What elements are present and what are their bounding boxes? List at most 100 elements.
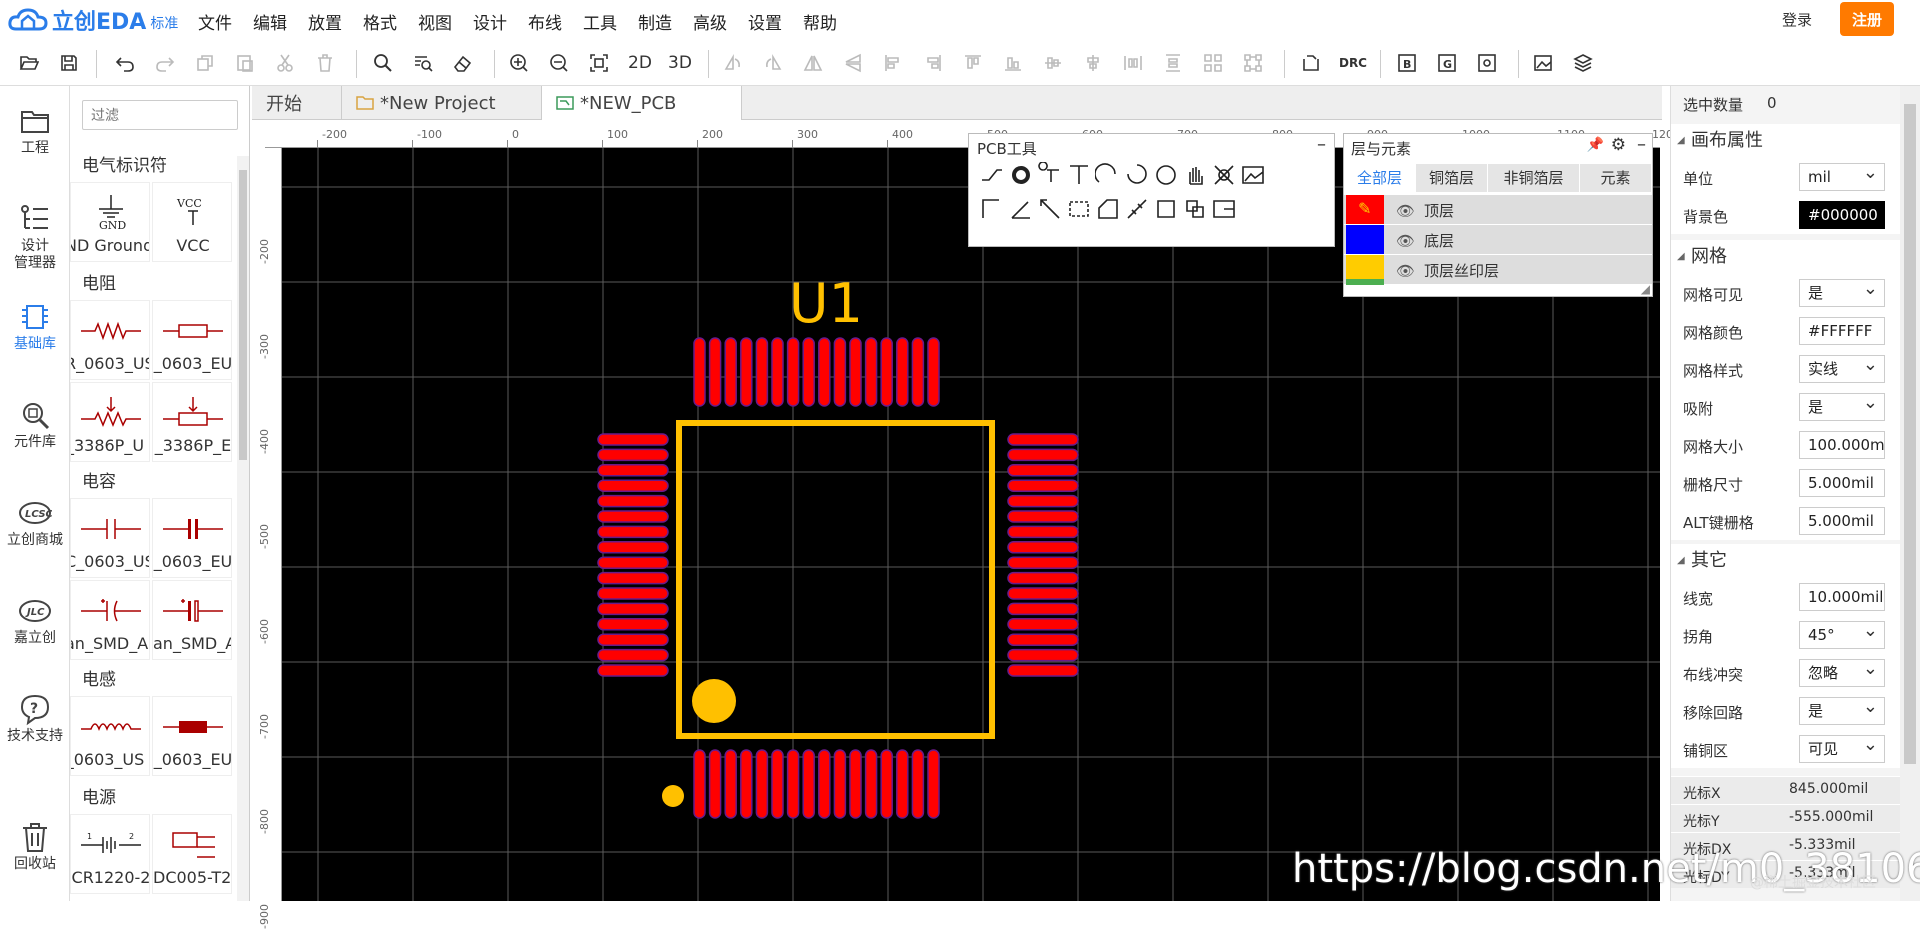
save-icon[interactable] — [56, 50, 82, 76]
menu-help[interactable]: 帮助 — [803, 9, 837, 34]
section-canvas-properties[interactable]: 画布属性 — [1671, 124, 1903, 158]
layers-tab-all[interactable]: 全部层 — [1344, 164, 1416, 192]
arc-center-icon[interactable] — [1124, 162, 1150, 188]
menu-advanced[interactable]: 高级 — [693, 9, 727, 34]
nav-jlc[interactable]: JLC 嘉立创 — [0, 594, 70, 647]
layer-color-swatch[interactable] — [1346, 255, 1384, 285]
align-left-icon[interactable] — [880, 50, 906, 76]
tab-pcb[interactable]: *NEW_PCB — [542, 86, 742, 120]
line-width-input[interactable]: 10.000mil — [1799, 583, 1885, 611]
gear-icon[interactable]: ⚙ — [1611, 135, 1626, 155]
nav-basic-library[interactable]: 基础库 — [0, 300, 70, 353]
view-2d-button[interactable]: 2D — [624, 50, 656, 76]
via-icon[interactable] — [1008, 162, 1034, 188]
library-item[interactable]: _0603_US — [70, 696, 150, 776]
nav-design-manager[interactable]: 设计 管理器 — [0, 202, 70, 272]
nav-component-library[interactable]: 元件库 — [0, 398, 70, 451]
paste-icon[interactable] — [232, 50, 258, 76]
cut-icon[interactable] — [272, 50, 298, 76]
import-changes-icon[interactable] — [1298, 50, 1324, 76]
library-item[interactable]: DC005-T20 — [152, 814, 232, 894]
align-center-h-icon[interactable] — [1040, 50, 1066, 76]
distribute-v-icon[interactable] — [1160, 50, 1186, 76]
library-item[interactable]: _0603_EU — [152, 696, 232, 776]
nav-lcsc-mall[interactable]: LCSC 立创商城 — [0, 496, 70, 549]
menu-place[interactable]: 放置 — [308, 9, 342, 34]
align-top-icon[interactable] — [960, 50, 986, 76]
menu-edit[interactable]: 编辑 — [253, 9, 287, 34]
eye-icon[interactable]: 👁 — [1396, 232, 1415, 250]
library-item[interactable]: an_SMD_A — [70, 580, 150, 660]
menu-file[interactable]: 文件 — [198, 9, 232, 34]
nav-tech-support[interactable]: ? 技术支持 — [0, 692, 70, 745]
dashed-rect-icon[interactable] — [1066, 196, 1092, 222]
menu-settings[interactable]: 设置 — [748, 9, 782, 34]
register-button[interactable]: 注册 — [1840, 2, 1894, 36]
zoom-in-icon[interactable] — [506, 50, 532, 76]
wire-corner-icon[interactable] — [979, 196, 1005, 222]
nav-recycle-bin[interactable]: 回收站 — [0, 820, 70, 873]
layer-row-top[interactable]: ✎ 👁 顶层 — [1344, 194, 1652, 225]
route-conflict-select[interactable]: 忽略 — [1799, 659, 1885, 687]
menu-route[interactable]: 布线 — [528, 9, 562, 34]
square-icon[interactable] — [1153, 196, 1179, 222]
library-item[interactable]: an_SMD_A — [152, 580, 232, 660]
text-icon[interactable] — [1066, 162, 1092, 188]
section-grid[interactable]: 网格 — [1671, 240, 1903, 274]
alt-snap-input[interactable]: 5.000mil — [1799, 507, 1885, 535]
copper-area-icon[interactable] — [1211, 162, 1237, 188]
image-export-icon[interactable] — [1530, 50, 1556, 76]
copy-icon[interactable] — [192, 50, 218, 76]
route-track-icon[interactable] — [979, 162, 1005, 188]
unit-select[interactable]: mil — [1799, 163, 1885, 191]
measure-icon[interactable] — [1124, 196, 1150, 222]
gerber-g-icon[interactable]: G — [1434, 50, 1460, 76]
align-grid-icon[interactable] — [1200, 50, 1226, 76]
corner-select[interactable]: 45° — [1799, 621, 1885, 649]
align-right-icon[interactable] — [920, 50, 946, 76]
minimize-icon[interactable]: – — [1637, 134, 1646, 155]
arc-icon[interactable] — [1094, 162, 1121, 188]
pin-icon[interactable]: 📌 — [1587, 137, 1604, 153]
menu-fabrication[interactable]: 制造 — [638, 9, 672, 34]
copy-select-icon[interactable] — [1182, 196, 1208, 222]
category-header[interactable]: 电感 — [70, 666, 238, 694]
grid-visible-select[interactable]: 是 — [1799, 279, 1885, 307]
rotate-back-icon[interactable] — [760, 50, 786, 76]
grid-size-input[interactable]: 100.000mi — [1799, 431, 1885, 459]
library-item[interactable]: _3386P_U — [70, 382, 150, 462]
nav-project[interactable]: 工程 — [0, 104, 70, 157]
category-header[interactable]: 电源 — [70, 784, 238, 812]
library-item[interactable]: 12 CR1220-2 — [70, 814, 150, 894]
pin-icon-tool[interactable] — [1037, 161, 1063, 188]
open-folder-icon[interactable] — [16, 50, 42, 76]
layer-color-swatch[interactable]: ✎ — [1346, 195, 1384, 225]
board-b-icon[interactable]: B — [1394, 50, 1420, 76]
category-header[interactable]: 电气标识符 — [70, 152, 238, 180]
flip-horizontal-icon[interactable] — [800, 50, 826, 76]
circle-icon[interactable] — [1153, 162, 1179, 188]
fit-view-icon[interactable] — [586, 50, 612, 76]
drc-button[interactable]: DRC — [1336, 50, 1370, 76]
layer-row-top-silk[interactable]: 👁 顶层丝印层 — [1344, 254, 1652, 285]
layer-color-swatch[interactable] — [1346, 225, 1384, 255]
grid-color-input[interactable]: #FFFFFF — [1799, 317, 1885, 345]
layers-tab-elements[interactable]: 元素 — [1580, 164, 1652, 192]
properties-scrollbar-thumb[interactable] — [1904, 104, 1916, 764]
section-other[interactable]: 其它 — [1671, 544, 1903, 578]
library-item[interactable]: _3386P_E — [152, 382, 232, 462]
library-filter-input[interactable] — [82, 100, 238, 130]
minimize-icon[interactable]: – — [1317, 134, 1326, 155]
library-item[interactable]: GND ND Ground — [70, 182, 150, 262]
view-3d-button[interactable]: 3D — [664, 50, 696, 76]
menu-tools[interactable]: 工具 — [583, 9, 617, 34]
align-bottom-icon[interactable] — [1000, 50, 1026, 76]
library-item[interactable]: _0603_EU — [152, 300, 232, 380]
menu-view[interactable]: 视图 — [418, 9, 452, 34]
background-color-input[interactable]: #000000 — [1799, 201, 1885, 229]
grid-style-select[interactable]: 实线 — [1799, 355, 1885, 383]
layers-tab-copper[interactable]: 铜箔层 — [1416, 164, 1488, 192]
layers-tab-noncopper[interactable]: 非铜箔层 — [1488, 164, 1580, 192]
snap-size-input[interactable]: 5.000mil — [1799, 469, 1885, 497]
eye-icon[interactable]: 👁 — [1396, 202, 1415, 220]
